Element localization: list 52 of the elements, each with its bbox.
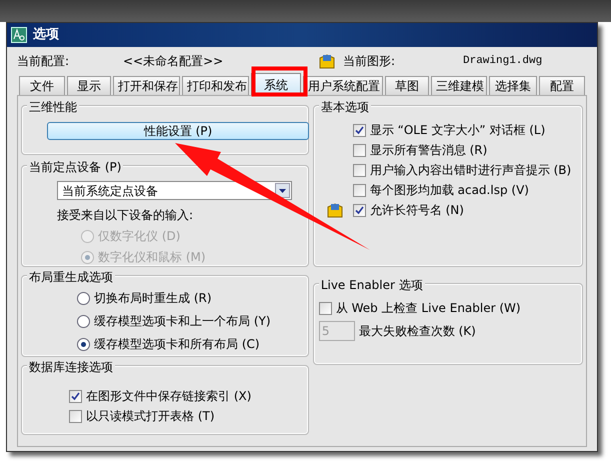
tab[interactable]: 三维建模	[431, 76, 487, 95]
option-label: 显示所有警告消息 (R)	[370, 142, 488, 159]
option-label: 数字化仪和鼠标 (M)	[98, 249, 206, 266]
checkbox[interactable]	[352, 144, 366, 156]
radio-button[interactable]	[77, 314, 90, 328]
group-title: 布局重生成选项	[27, 268, 115, 286]
group-title: 当前定点设备 (P)	[27, 158, 124, 176]
group-title: 三维性能	[27, 98, 79, 116]
checkbox[interactable]	[318, 302, 332, 314]
tab[interactable]: 配置	[539, 76, 585, 95]
option-label: 从 Web 上检查 Live Enabler (W)	[336, 300, 521, 317]
radio-button[interactable]	[77, 338, 90, 350]
group-title: 基本选项	[318, 98, 371, 116]
tab[interactable]: 选择集	[489, 76, 537, 95]
option-label: 显示 “OLE 文字大小” 对话框 (L)	[370, 122, 546, 139]
input-label: 接受来自以下设备的输入:	[57, 207, 194, 224]
drawing-icon	[319, 53, 335, 69]
option-label: 用户输入内容出错时进行声音提示 (B)	[370, 162, 572, 179]
checkbox[interactable]	[352, 204, 366, 216]
tab[interactable]: 显示	[67, 76, 111, 95]
profile-value: <<未命名配置>>	[123, 53, 224, 70]
highlight-rectangle	[252, 66, 308, 96]
group-title: 数据库连接选项	[27, 358, 115, 376]
group-title: Live Enabler 选项	[318, 276, 425, 294]
profile-label: 当前配置:	[17, 53, 70, 70]
option-label: 允许长符号名 (N)	[370, 202, 464, 219]
checkbox[interactable]	[352, 124, 366, 136]
performance-settings-button[interactable]: 性能设置 (P)	[47, 122, 309, 140]
device-dropdown[interactable]: 当前系统定点设备	[57, 181, 292, 200]
dropdown-value: 当前系统定点设备	[61, 182, 159, 200]
option-label: 缓存模型选项卡和上一个布局 (Y)	[94, 313, 271, 330]
drawing-value: Drawing1.dwg	[463, 54, 542, 69]
tab[interactable]: 用户系统配置	[303, 76, 383, 95]
option-label: 仅数字化仪 (D)	[98, 228, 180, 245]
tab[interactable]: 草图	[385, 76, 429, 95]
field-label: 最大失败检查次数 (K)	[358, 323, 476, 340]
checkbox[interactable]	[69, 410, 82, 422]
checkbox[interactable]	[69, 390, 82, 402]
checkbox[interactable]	[352, 164, 366, 176]
drawing-label: 当前图形:	[343, 53, 396, 70]
radio-button[interactable]	[77, 292, 90, 304]
option-label: 切换布局时重生成 (R)	[94, 290, 212, 307]
app-icon	[11, 27, 27, 43]
tab[interactable]: 打印和发布	[182, 76, 249, 95]
option-label: 以只读模式打开表格 (T)	[86, 408, 215, 425]
window-title: 选项	[33, 26, 59, 44]
tab[interactable]: 打开和保存	[113, 76, 180, 95]
option-label: 在图形文件中保存链接索引 (X)	[86, 388, 252, 405]
checkbox[interactable]	[352, 184, 366, 196]
option-label: 缓存模型选项卡和所有布局 (C)	[94, 336, 260, 353]
option-label: 每个图形均加载 acad.lsp (V)	[370, 182, 529, 199]
tab[interactable]: 文件	[19, 76, 65, 95]
